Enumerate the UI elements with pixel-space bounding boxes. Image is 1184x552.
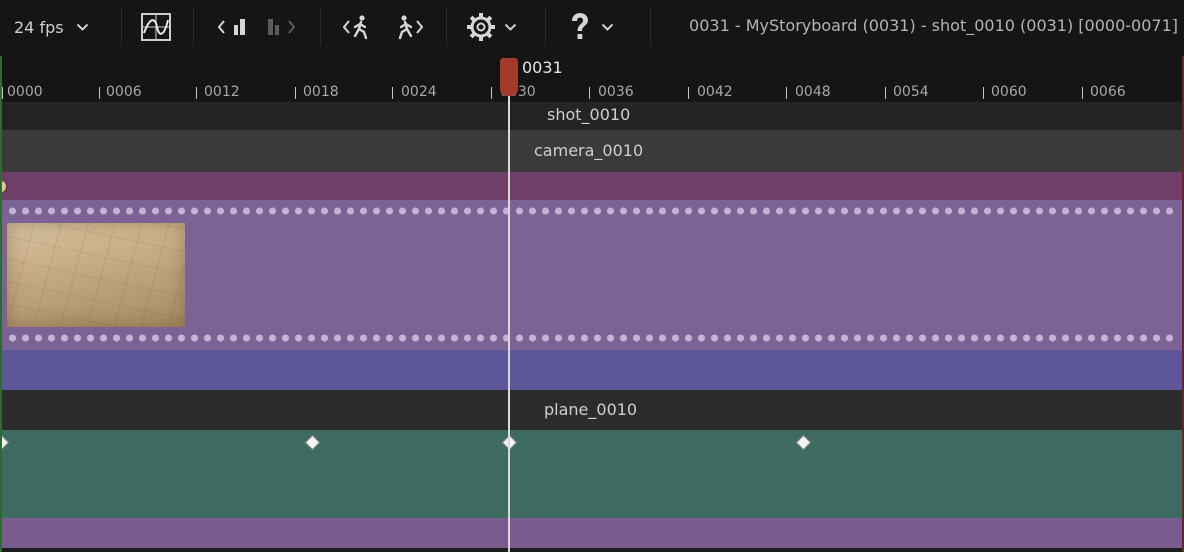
walk-back-button[interactable]: [341, 0, 373, 54]
media-band[interactable]: [0, 350, 1184, 390]
ruler-tick: [1082, 87, 1083, 99]
chevron-down-icon: [504, 23, 517, 32]
ruler-tick: [295, 87, 296, 99]
ruler-tick: [491, 87, 492, 99]
walk-forward-button[interactable]: [393, 0, 425, 54]
ruler-tick-label: 0060: [991, 84, 1027, 100]
toolbar-divider: [650, 8, 651, 46]
walk-back-icon: [341, 14, 373, 40]
ruler-tick-label: 0042: [697, 84, 733, 100]
toolbar-divider: [446, 8, 447, 46]
timeline-panel[interactable]: 0000 0006 0012 0018 0024 0030 0036 0042 …: [0, 56, 1184, 552]
fps-label: 24 fps: [14, 17, 64, 37]
step-forward-key-icon: [265, 15, 297, 39]
gear-icon: [466, 12, 496, 42]
ruler-tick: [688, 87, 689, 99]
ruler-tick-label: 0012: [204, 84, 240, 100]
ruler-tick: [885, 87, 886, 99]
ruler-tick-label: 0066: [1090, 84, 1126, 100]
chevron-down-icon: [601, 23, 614, 32]
film-perforations-bottom: [6, 333, 1178, 343]
film-perforations-top: [6, 206, 1178, 216]
plane-track-label: plane_0010: [544, 400, 638, 419]
settings-dropdown[interactable]: [466, 0, 517, 54]
camera-track-label: camera_0010: [534, 141, 644, 160]
ruler-tick-label: 0018: [303, 84, 339, 100]
ruler-tick-label: 0024: [401, 84, 437, 100]
help-dropdown[interactable]: [569, 0, 614, 54]
ruler-tick-label: 0036: [598, 84, 634, 100]
walk-forward-icon: [393, 14, 425, 40]
ruler-tick-label: 0006: [106, 84, 142, 100]
ruler-tick-label: 0048: [795, 84, 831, 100]
toolbar-divider: [193, 8, 194, 46]
sequence-title: 0031 - MyStoryboard (0031) - shot_0010 (…: [689, 16, 1178, 35]
bottom-track[interactable]: [0, 518, 1184, 548]
ruler-tick: [983, 87, 984, 99]
ruler-tick: [196, 87, 197, 99]
curve-editor-button[interactable]: [141, 0, 171, 54]
step-forward-key-button[interactable]: [265, 0, 297, 54]
ruler-tick: [99, 87, 100, 99]
step-back-key-button[interactable]: [216, 0, 248, 54]
toolbar-divider: [320, 8, 321, 46]
playback-start-marker: [0, 56, 2, 552]
curve-editor-icon: [141, 13, 171, 41]
playhead-line[interactable]: [508, 96, 510, 552]
storyboard-thumbnail[interactable]: [7, 223, 185, 327]
toolbar-divider: [121, 8, 122, 46]
ruler-tick: [786, 87, 787, 99]
plane-track[interactable]: [0, 430, 1184, 518]
step-back-key-icon: [216, 15, 248, 39]
ruler-tick-label: 0000: [7, 84, 43, 100]
fps-dropdown[interactable]: 24 fps: [14, 0, 89, 54]
camera-track-header[interactable]: camera_0010: [0, 130, 1184, 172]
ruler-tick: [2, 87, 3, 99]
ruler-tick: [392, 87, 393, 99]
chevron-down-icon: [76, 23, 89, 32]
camera-track[interactable]: [0, 172, 1184, 200]
shot-track-label: shot_0010: [547, 105, 631, 124]
sequencer-toolbar: 24 fps 0031 - MyStoryboard (0031) - shot…: [0, 0, 1184, 54]
playhead-frame-label: 0031: [522, 58, 563, 77]
time-ruler[interactable]: 0000 0006 0012 0018 0024 0030 0036 0042 …: [0, 56, 1184, 102]
help-icon: [569, 12, 591, 42]
plane-track-header[interactable]: plane_0010: [0, 390, 1184, 430]
toolbar-divider: [545, 8, 546, 46]
shot-track[interactable]: shot_0010: [0, 102, 1184, 130]
playhead-handle[interactable]: [500, 58, 518, 96]
ruler-tick: [589, 87, 590, 99]
ruler-tick-label: 0054: [893, 84, 929, 100]
